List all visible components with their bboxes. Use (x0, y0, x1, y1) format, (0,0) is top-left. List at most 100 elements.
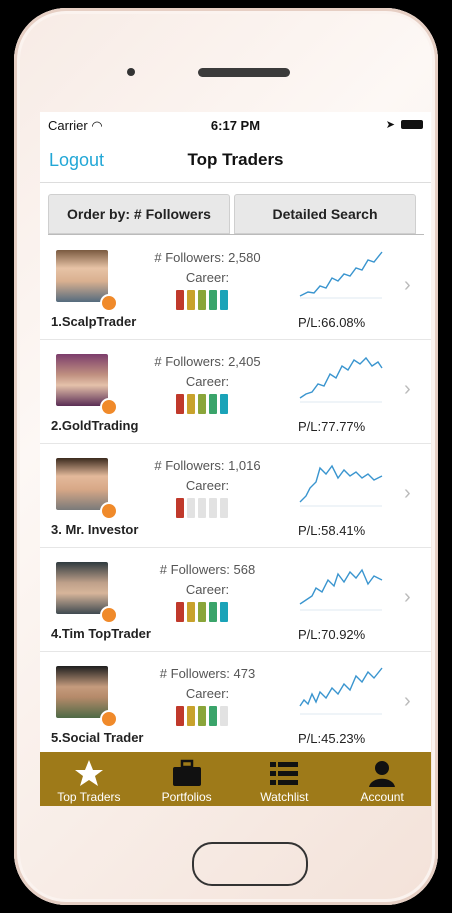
career-bar (198, 498, 206, 518)
trader-name: 2.GoldTrading (51, 418, 139, 433)
sparkline-chart (299, 356, 383, 403)
avatar (56, 458, 108, 510)
trader-name: 1.ScalpTrader (51, 314, 137, 329)
home-button[interactable] (192, 842, 308, 886)
career-bar (209, 290, 217, 310)
segment-divider (48, 234, 424, 235)
tab-portfolios[interactable]: Portfolios (138, 752, 236, 806)
career-bar (220, 394, 228, 414)
career-bar (220, 290, 228, 310)
career-bar (187, 498, 195, 518)
followers-count: # Followers: 2,580 (154, 250, 261, 265)
briefcase-icon (172, 759, 201, 786)
followers-count: # Followers: 568 (159, 562, 256, 577)
career-bar (220, 706, 228, 726)
followers-count: # Followers: 473 (159, 666, 256, 681)
career-bar (198, 602, 206, 622)
sparkline-chart (299, 667, 383, 715)
speaker-grille (198, 68, 290, 77)
trader-row[interactable]: 4.Tim TopTrader # Followers: 568 Career: P/… (40, 548, 431, 652)
tab-label: Top Traders (57, 790, 121, 804)
trader-name: 3. Mr. Investor (51, 522, 139, 537)
avatar (56, 562, 108, 614)
career-bars (176, 498, 228, 518)
location-icon: ➤ (385, 119, 395, 131)
career-label: Career: (185, 582, 230, 597)
sparkline-series (299, 251, 383, 297)
camera-icon (127, 68, 135, 76)
avatar (56, 354, 108, 406)
detailed-search-tab[interactable]: Detailed Search (234, 194, 416, 234)
profit-loss: P/L:45.23% (298, 731, 366, 746)
trader-badge-icon (100, 294, 118, 312)
profit-loss: P/L:77.77% (298, 419, 366, 434)
sparkline-series (299, 667, 383, 707)
career-bar (198, 290, 206, 310)
trader-name: 5.Social Trader (51, 730, 144, 745)
trader-row[interactable]: 3. Mr. Investor # Followers: 1,016 Career:… (40, 444, 431, 548)
trader-name: 4.Tim TopTrader (51, 626, 151, 641)
chevron-right-icon: › (404, 586, 411, 608)
trader-badge-icon (100, 398, 118, 416)
page-title: Top Traders (187, 150, 284, 169)
tab-label: Portfolios (161, 790, 212, 804)
career-bar (176, 706, 184, 726)
chevron-right-icon: › (404, 274, 411, 296)
star-icon (74, 760, 103, 786)
tab-account[interactable]: Account (333, 752, 431, 806)
list-icon (270, 762, 299, 785)
followers-count: # Followers: 2,405 (154, 354, 261, 369)
career-bar (187, 706, 195, 726)
career-bar (209, 394, 217, 414)
trader-row[interactable]: 1.ScalpTrader # Followers: 2,580 Career: P/… (40, 236, 431, 340)
trader-row[interactable]: 5.Social Trader # Followers: 473 Career: P/… (40, 652, 431, 756)
career-label: Career: (185, 686, 230, 701)
sparkline-chart (299, 464, 383, 507)
career-bar (220, 498, 228, 518)
status-time: 6:17 PM (210, 118, 261, 133)
trader-list: 1.ScalpTrader # Followers: 2,580 Career: P/… (40, 236, 431, 756)
tab-watchlist[interactable]: Watchlist (236, 752, 334, 806)
career-bar (209, 706, 217, 726)
career-bars (176, 394, 228, 414)
trader-badge-icon (100, 606, 118, 624)
career-bar (187, 602, 195, 622)
sparkline-series (299, 356, 383, 399)
avatar (56, 666, 108, 718)
career-bar (209, 602, 217, 622)
career-label: Career: (185, 478, 230, 493)
career-bar (176, 602, 184, 622)
avatar (56, 250, 108, 302)
career-bar (176, 290, 184, 310)
battery-icon (401, 120, 423, 129)
person-icon (369, 761, 396, 787)
order-by-followers-tab[interactable]: Order by: # Followers (48, 194, 230, 234)
career-bars (176, 602, 228, 622)
followers-count: # Followers: 1,016 (154, 458, 261, 473)
profit-loss: P/L:70.92% (298, 627, 366, 642)
career-bar (209, 498, 217, 518)
tab-bar: Top Traders Portfolios Watchlist Account (40, 752, 431, 806)
career-bar (198, 394, 206, 414)
trader-row[interactable]: 2.GoldTrading # Followers: 2,405 Career: P/… (40, 340, 431, 444)
tab-label: Watchlist (260, 790, 309, 804)
segmented-control: Order by: # Followers Detailed Search (48, 194, 416, 234)
sparkline-chart (299, 251, 383, 299)
chevron-right-icon: › (404, 378, 411, 400)
tab-top-traders[interactable]: Top Traders (40, 752, 138, 806)
career-bar (187, 290, 195, 310)
profit-loss: P/L:66.08% (298, 315, 366, 330)
career-bar (176, 394, 184, 414)
career-bars (176, 706, 228, 726)
career-bars (176, 290, 228, 310)
trader-badge-icon (100, 502, 118, 520)
status-right: ➤ (386, 118, 423, 131)
career-bar (198, 706, 206, 726)
status-bar: Carrier ◠ 6:17 PM ➤ (40, 112, 431, 136)
sparkline-series (299, 568, 383, 605)
navigation-bar: Logout Top Traders (40, 138, 431, 183)
trader-badge-icon (100, 710, 118, 728)
chevron-right-icon: › (404, 690, 411, 712)
app-screen: Carrier ◠ 6:17 PM ➤ Logout Top Traders O… (40, 112, 431, 806)
career-bar (187, 394, 195, 414)
